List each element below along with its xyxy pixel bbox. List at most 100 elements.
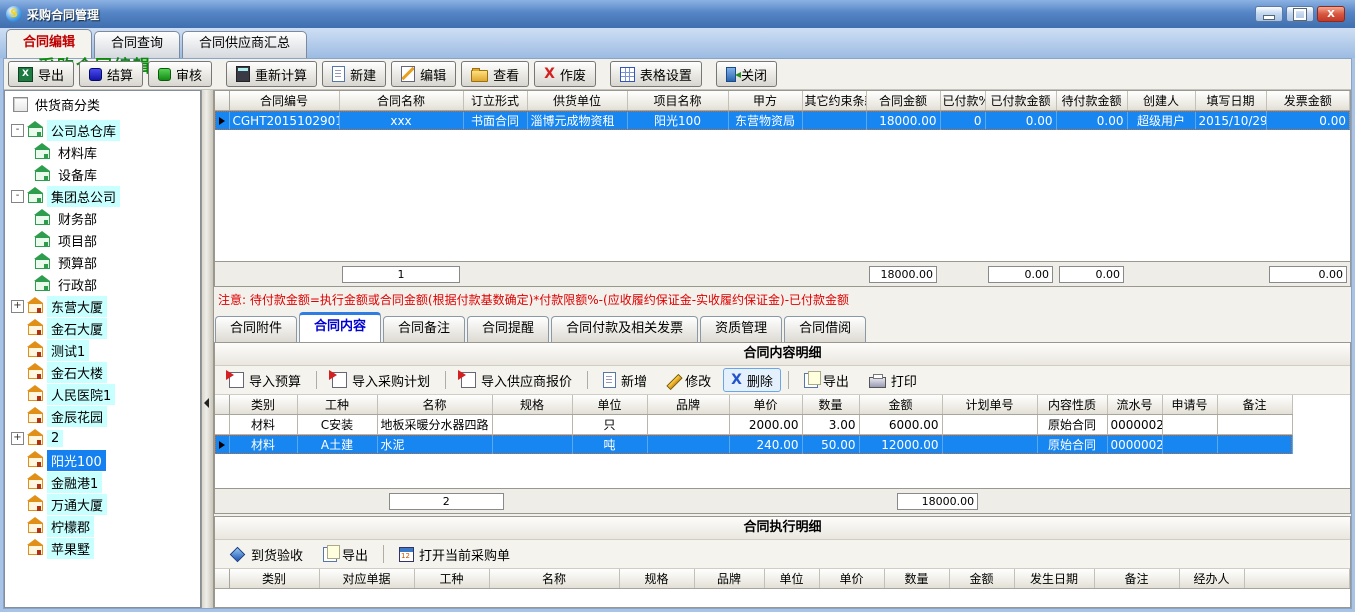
tree-item-material-store[interactable]: 材料库 — [5, 141, 200, 163]
tab-contract-attachments[interactable]: 合同附件 — [215, 316, 297, 342]
export-button[interactable]: X导出 — [8, 61, 74, 87]
cell[interactable] — [942, 435, 1037, 455]
column-header[interactable]: 类别 — [229, 395, 297, 415]
tab-contract-content[interactable]: 合同内容 — [299, 312, 381, 342]
column-header[interactable]: 品牌 — [647, 395, 729, 415]
cell[interactable] — [492, 435, 572, 455]
cell[interactable]: CGHT2015102901 — [229, 111, 339, 131]
column-header[interactable]: 订立形式 — [463, 91, 527, 111]
column-header[interactable]: 已付款% — [940, 91, 985, 111]
column-header[interactable]: 合同名称 — [339, 91, 463, 111]
cell[interactable]: 240.00 — [729, 435, 802, 455]
print-button[interactable]: 打印 — [861, 368, 925, 392]
tree-item-project-dept[interactable]: 项目部 — [5, 229, 200, 251]
column-header[interactable]: 数量 — [802, 395, 859, 415]
column-header[interactable]: 计划单号 — [942, 395, 1037, 415]
import-supplier-quote-button[interactable]: 导入供应商报价 — [453, 368, 580, 392]
export-content-button[interactable]: 导出 — [796, 368, 857, 392]
column-header[interactable]: 名称 — [377, 395, 492, 415]
restore-button[interactable] — [1286, 6, 1314, 22]
tree-item-jinshi-tower[interactable]: 金石大厦 — [5, 317, 200, 339]
column-header[interactable]: 规格 — [492, 395, 572, 415]
expander-icon[interactable]: - — [11, 190, 24, 203]
column-header[interactable]: 流水号 — [1107, 395, 1162, 415]
content-row[interactable]: 材料 C安装 地板采暖分水器四路 只 2000.00 3.00 6000.00 … — [215, 415, 1292, 435]
tree-item-financial-port[interactable]: 金融港1 — [5, 471, 200, 493]
checkbox-icon[interactable] — [13, 97, 28, 112]
cell[interactable]: 50.00 — [802, 435, 859, 455]
tree-item-test1[interactable]: 测试1 — [5, 339, 200, 361]
column-header[interactable]: 单位 — [572, 395, 647, 415]
cell[interactable]: 12000.00 — [859, 435, 942, 455]
cell[interactable] — [802, 111, 866, 131]
table-settings-button[interactable]: 表格设置 — [610, 61, 702, 87]
tree-item-admin-dept[interactable]: 行政部 — [5, 273, 200, 295]
settle-button[interactable]: 结算 — [79, 61, 143, 87]
cell[interactable]: 00000027 — [1107, 415, 1162, 435]
content-row-selected[interactable]: 材料 A土建 水泥 吨 240.00 50.00 12000.00 原始合同 0… — [215, 435, 1292, 455]
tree-item-wantong-tower[interactable]: 万通大厦 — [5, 493, 200, 515]
close-window-button[interactable]: 关闭 — [716, 61, 777, 87]
tree-item-finance[interactable]: 财务部 — [5, 207, 200, 229]
column-header[interactable]: 数量 — [884, 569, 949, 589]
tab-supplier-summary[interactable]: 合同供应商汇总 — [182, 31, 307, 58]
cell[interactable]: 阳光100 — [627, 111, 728, 131]
column-header[interactable]: 发生日期 — [1014, 569, 1094, 589]
tab-contract-borrow[interactable]: 合同借阅 — [784, 316, 866, 342]
column-header[interactable]: 合同编号 — [229, 91, 339, 111]
tree-item-group-hq[interactable]: -集团总公司 — [5, 185, 200, 207]
open-current-order-button[interactable]: 打开当前采购单 — [391, 542, 518, 566]
cell[interactable] — [647, 415, 729, 435]
column-header[interactable]: 备注 — [1094, 569, 1179, 589]
tree-item-jinshi-building[interactable]: 金石大楼 — [5, 361, 200, 383]
cell[interactable] — [942, 415, 1037, 435]
void-button[interactable]: X作废 — [534, 61, 596, 87]
cell[interactable]: 原始合同 — [1037, 435, 1107, 455]
column-header[interactable]: 申请号 — [1162, 395, 1217, 415]
column-header[interactable]: 发票金额 — [1266, 91, 1350, 111]
cell[interactable]: 00000028 — [1107, 435, 1162, 455]
column-header[interactable]: 甲方 — [728, 91, 802, 111]
cell[interactable]: 0.00 — [985, 111, 1056, 131]
cell[interactable]: 0.00 — [1056, 111, 1127, 131]
cell[interactable]: 2000.00 — [729, 415, 802, 435]
column-header[interactable]: 工种 — [414, 569, 489, 589]
column-header[interactable]: 内容性质 — [1037, 395, 1107, 415]
cell[interactable] — [1162, 415, 1217, 435]
cell[interactable]: 地板采暖分水器四路 — [377, 415, 492, 435]
cell[interactable]: 0.00 — [1266, 111, 1350, 131]
column-header[interactable]: 项目名称 — [627, 91, 728, 111]
tab-payment-invoices[interactable]: 合同付款及相关发票 — [551, 316, 698, 342]
contract-row-selected[interactable]: CGHT2015102901 xxx 书面合同 淄博元成物资租 阳光100 东营… — [215, 111, 1350, 131]
tab-contract-reminder[interactable]: 合同提醒 — [467, 316, 549, 342]
recalculate-button[interactable]: 重新计算 — [226, 61, 317, 87]
export-exec-button[interactable]: 导出 — [315, 542, 376, 566]
view-button[interactable]: 查看 — [461, 61, 529, 87]
cell[interactable]: 东营物资局 — [728, 111, 802, 131]
column-header[interactable]: 合同金额 — [866, 91, 940, 111]
close-button[interactable]: X — [1317, 6, 1345, 22]
tree-item-company-warehouse[interactable]: -公司总仓库 — [5, 119, 200, 141]
cell[interactable]: 材料 — [229, 415, 297, 435]
column-header[interactable]: 填写日期 — [1195, 91, 1266, 111]
tree-item-budget-dept[interactable]: 预算部 — [5, 251, 200, 273]
expander-icon[interactable]: - — [11, 124, 24, 137]
add-row-button[interactable]: 新增 — [595, 368, 655, 392]
tree-item-jinchen-garden[interactable]: 金辰花园 — [5, 405, 200, 427]
cell[interactable]: 水泥 — [377, 435, 492, 455]
column-header[interactable]: 创建人 — [1127, 91, 1195, 111]
modify-row-button[interactable]: 修改 — [659, 368, 719, 392]
new-button[interactable]: 新建 — [322, 61, 386, 87]
tree-item-lemon-county[interactable]: 柠檬郡 — [5, 515, 200, 537]
tab-contract-remarks[interactable]: 合同备注 — [383, 316, 465, 342]
cell[interactable]: 原始合同 — [1037, 415, 1107, 435]
arrival-inspection-button[interactable]: 到货验收 — [221, 542, 311, 566]
cell[interactable]: 18000.00 — [866, 111, 940, 131]
column-header[interactable]: 工种 — [297, 395, 377, 415]
audit-button[interactable]: 审核 — [148, 61, 212, 87]
delete-row-button[interactable]: X删除 — [723, 368, 781, 392]
collapse-arrow-icon[interactable] — [204, 398, 209, 408]
cell[interactable] — [1162, 435, 1217, 455]
cell[interactable]: A土建 — [297, 435, 377, 455]
cell[interactable]: xxx — [339, 111, 463, 131]
